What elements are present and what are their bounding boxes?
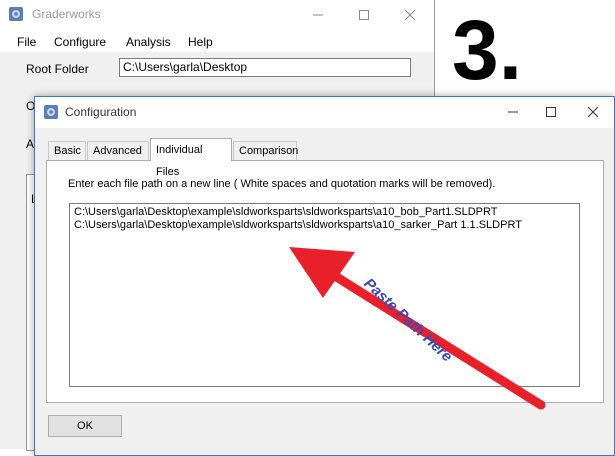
tab-basic[interactable]: Basic (48, 141, 86, 160)
instructions-label: Enter each file path on a new line ( Whi… (68, 178, 496, 190)
configuration-dialog: Configuration Basic Advanced Individual … (34, 96, 615, 456)
root-folder-label: Root Folder (26, 62, 89, 76)
main-title-bar: Graderworks (0, 0, 434, 30)
individual-files-panel: Enter each file path on a new line ( Whi… (46, 160, 604, 403)
file-path-line: C:\Users\garla\Desktop\example\sldworksp… (74, 206, 498, 218)
menu-file[interactable]: File (17, 35, 36, 49)
tab-comparison[interactable]: Comparison (233, 141, 298, 160)
root-folder-input[interactable]: C:\Users\garla\Desktop (119, 58, 411, 77)
ok-button[interactable]: OK (48, 415, 122, 437)
minimize-icon (508, 111, 518, 113)
menu-configure[interactable]: Configure (54, 35, 106, 49)
minimize-button[interactable] (295, 0, 341, 30)
tab-individual-files[interactable]: Individual Files (150, 138, 232, 178)
maximize-icon (546, 107, 556, 117)
close-icon (588, 107, 598, 117)
step-number: 3. (452, 3, 523, 97)
tab-advanced[interactable]: Advanced (87, 141, 149, 160)
app-icon (44, 105, 58, 119)
config-close-button[interactable] (570, 97, 615, 127)
maximize-button[interactable] (341, 0, 387, 30)
config-dialog-title: Configuration (65, 105, 137, 119)
menu-bar: File Configure Analysis Help (0, 30, 434, 52)
minimize-icon (313, 14, 323, 16)
maximize-icon (359, 10, 369, 20)
close-button[interactable] (387, 0, 433, 30)
menu-help[interactable]: Help (188, 35, 213, 49)
config-title-bar: Configuration (35, 97, 614, 128)
file-path-line: C:\Users\garla\Desktop\example\sldworksp… (74, 219, 522, 231)
close-icon (405, 10, 415, 20)
app-icon (9, 7, 23, 21)
main-window-title: Graderworks (32, 7, 101, 21)
config-maximize-button[interactable] (528, 97, 574, 127)
file-paths-textarea[interactable]: C:\Users\garla\Desktop\example\sldworksp… (69, 203, 580, 387)
obscured-label-a: A (26, 137, 35, 151)
menu-analysis[interactable]: Analysis (126, 35, 171, 49)
